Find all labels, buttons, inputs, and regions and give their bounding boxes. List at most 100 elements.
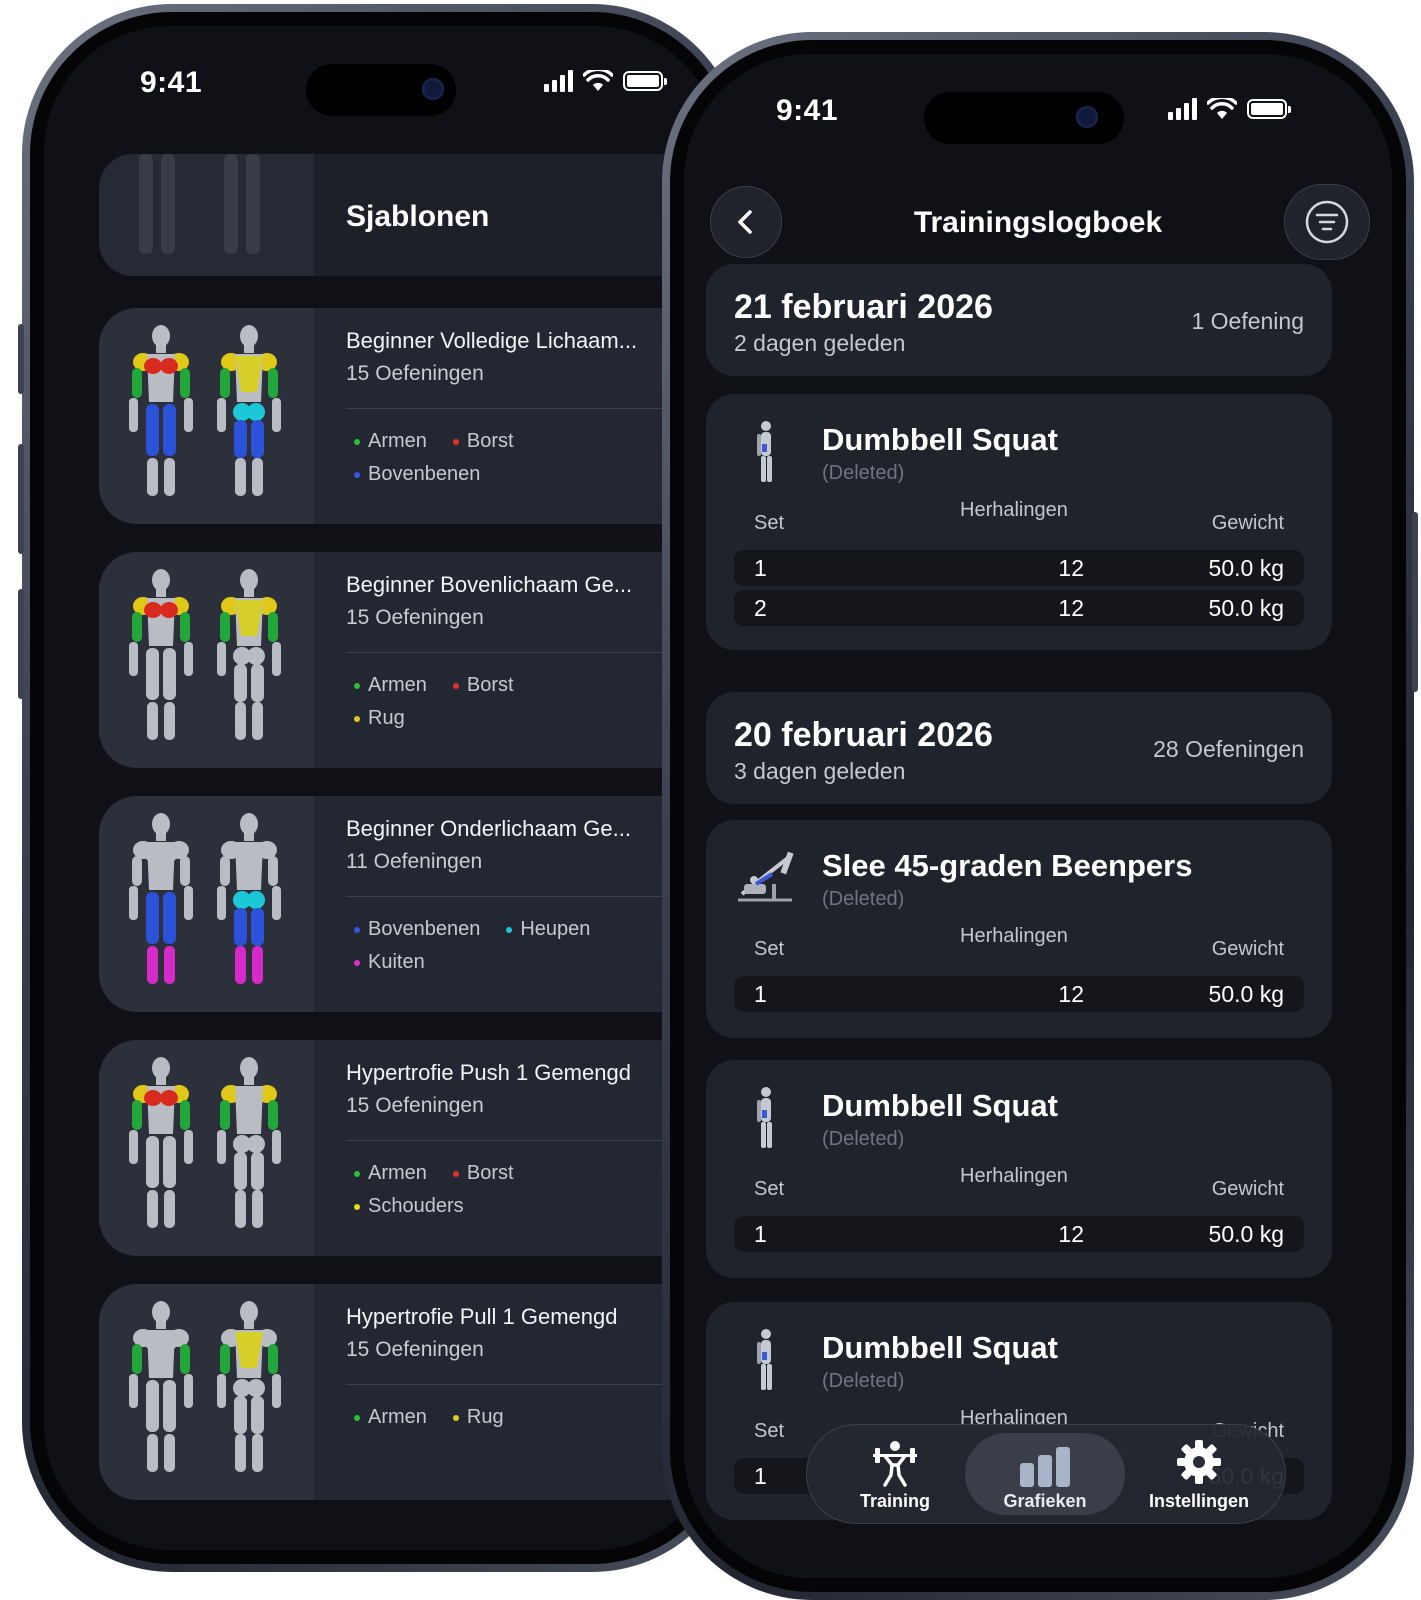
muscle-tags: Bovenbenen Heupen Kuiten — [354, 918, 684, 974]
dot-icon — [506, 926, 513, 933]
day-exercise-count: 1 Oefening — [1191, 308, 1304, 334]
tab-label: Training — [859, 1491, 930, 1511]
column-header-weight: Gewicht — [1211, 938, 1284, 960]
exercise-status: (Deleted) — [822, 1128, 905, 1150]
tab-label: Instellingen — [1148, 1491, 1249, 1511]
set-row: 1 12 50.0 kg — [734, 550, 1304, 586]
set-weight: 50.0 kg — [1208, 1221, 1284, 1247]
gear-icon — [1177, 1440, 1221, 1484]
action-button — [18, 589, 24, 699]
muscle-map-image — [129, 1301, 281, 1472]
exercise-status: (Deleted) — [822, 1370, 905, 1392]
muscle-tag: Schouders — [354, 1195, 684, 1218]
tab-training[interactable]: Training — [815, 1425, 975, 1525]
muscle-tag-label: Armen — [368, 1406, 427, 1428]
day-header[interactable]: 21 februari 2026 2 dagen geleden 1 Oefenin… — [706, 264, 1332, 376]
muscle-map-image — [129, 325, 281, 496]
exercise-card[interactable]: Slee 45-graden Beenpers (Deleted) Set Herha… — [706, 820, 1332, 1038]
page-title: Sjablonen — [346, 200, 490, 233]
muscle-tag: Armen — [354, 430, 427, 453]
tab-bar: Training Grafieken Instellingen — [806, 1424, 1286, 1524]
camera-icon — [1076, 106, 1098, 128]
muscle-tag: Armen — [354, 1162, 427, 1185]
exercise-card[interactable]: Dumbbell Squat (Deleted) Set Herhalingen Gew… — [706, 394, 1332, 650]
column-header-reps: Herhalingen — [960, 1165, 1068, 1187]
dynamic-island — [924, 92, 1124, 144]
column-header-weight: Gewicht — [1211, 1178, 1284, 1200]
day-date: 20 februari 2026 — [734, 716, 993, 754]
tab-instellingen[interactable]: Instellingen — [1119, 1425, 1279, 1525]
set-row: 2 12 50.0 kg — [734, 590, 1304, 626]
template-card[interactable]: Beginner Onderlichaam Ge... 11 Oefeningen… — [99, 796, 720, 1012]
column-header-weight: Gewicht — [1211, 512, 1284, 534]
set-row: 1 12 50.0 kg — [734, 1216, 1304, 1252]
day-date: 21 februari 2026 — [734, 288, 993, 326]
exercise-name: Dumbbell Squat — [822, 422, 1058, 457]
column-header-reps: Herhalingen — [960, 925, 1068, 947]
screen-training-log: 9:41 Trainingslogboek 21 februari 2026 2 … — [684, 54, 1392, 1578]
muscle-tags: Armen Borst Bovenbenen — [354, 430, 684, 486]
phone-training-log: 9:41 Trainingslogboek 21 februari 2026 2 … — [662, 32, 1418, 1600]
muscle-tag-label: Borst — [466, 1162, 514, 1184]
template-card[interactable]: Beginner Volledige Lichaam... 15 Oefening… — [99, 308, 720, 524]
filter-icon — [1305, 200, 1349, 244]
templates-header[interactable]: Sjablonen — [99, 154, 720, 276]
battery-icon — [1247, 99, 1291, 119]
day-relative-time: 2 dagen geleden — [734, 330, 906, 356]
template-card[interactable]: Hypertrofie Push 1 Gemengd 15 Oefeningen A… — [99, 1040, 720, 1256]
exercise-thumbnail — [732, 844, 802, 914]
filter-button[interactable] — [1284, 184, 1370, 260]
set-weight: 50.0 kg — [1208, 981, 1284, 1007]
status-bar: 9:41 — [684, 54, 1392, 154]
muscle-tag: Bovenbenen — [354, 463, 684, 486]
dot-icon — [452, 438, 459, 445]
template-card[interactable]: Beginner Bovenlichaam Ge... 15 Oefeningen… — [99, 552, 720, 768]
day-header[interactable]: 20 februari 2026 3 dagen geleden 28 Oefeni… — [706, 692, 1332, 804]
muscle-tag: Rug — [354, 707, 684, 730]
dot-icon — [354, 715, 360, 722]
muscle-tag-label: Rug — [466, 1406, 504, 1428]
battery-icon — [623, 71, 667, 91]
set-number: 1 — [754, 1463, 767, 1489]
exercise-name: Dumbbell Squat — [822, 1088, 1058, 1123]
muscle-tag-label: Rug — [368, 707, 405, 729]
column-header-set: Set — [754, 1420, 785, 1442]
exercise-status: (Deleted) — [822, 462, 905, 484]
dot-icon — [354, 471, 360, 478]
muscle-map-image — [129, 569, 281, 740]
status-icons — [1168, 98, 1291, 120]
muscle-map — [99, 1284, 314, 1500]
set-number: 1 — [754, 555, 767, 581]
volume-down-button — [18, 444, 24, 554]
muscle-tag: Bovenbenen — [354, 918, 480, 941]
muscle-tag-label: Heupen — [520, 918, 591, 940]
muscle-tag-label: Bovenbenen — [368, 918, 481, 940]
tab-grafieken[interactable]: Grafieken — [965, 1433, 1125, 1515]
bar-chart-icon — [1020, 1447, 1070, 1487]
muscle-tags: Armen Rug — [354, 1406, 684, 1429]
dot-icon — [354, 438, 360, 445]
exercise-thumbnail — [732, 1326, 802, 1396]
exercise-card[interactable]: Dumbbell Squat (Deleted) Set Herhalingen Gew… — [706, 1060, 1332, 1278]
exercise-name: Slee 45-graden Beenpers — [822, 848, 1193, 883]
standing-figure-icon — [757, 1087, 772, 1148]
power-button — [1412, 512, 1418, 692]
status-time: 9:41 — [140, 66, 203, 99]
muscle-tag-label: Kuiten — [368, 951, 425, 973]
standing-figure-icon — [757, 421, 772, 482]
template-card[interactable]: Hypertrofie Pull 1 Gemengd 15 Oefeningen A… — [99, 1284, 720, 1500]
day-relative-time: 3 dagen geleden — [734, 758, 906, 784]
muscle-tag: Heupen — [506, 918, 590, 941]
cellular-signal-icon — [544, 70, 573, 92]
template-name: Beginner Bovenlichaam Ge... — [346, 572, 633, 597]
template-exercise-count: 15 Oefeningen — [346, 1338, 484, 1361]
set-reps: 12 — [1058, 1221, 1084, 1247]
template-name: Hypertrofie Pull 1 Gemengd — [346, 1304, 618, 1329]
exercise-thumbnail — [732, 418, 802, 488]
status-time: 9:41 — [776, 94, 839, 127]
status-icons — [544, 70, 667, 92]
template-exercise-count: 15 Oefeningen — [346, 362, 484, 385]
muscle-map-image — [129, 813, 281, 984]
muscle-tag: Armen — [354, 674, 427, 697]
set-reps: 12 — [1058, 555, 1084, 581]
